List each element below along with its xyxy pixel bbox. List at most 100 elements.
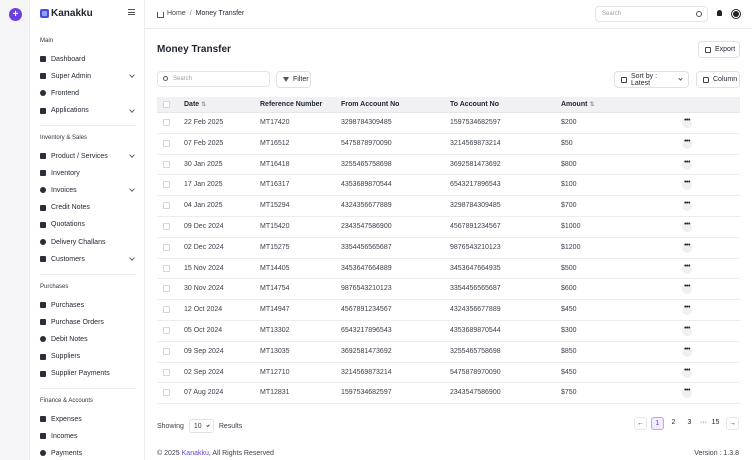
- add-icon[interactable]: +: [9, 8, 22, 21]
- settings-icon[interactable]: [733, 11, 739, 17]
- sidebar-item-quotations[interactable]: Quotations: [40, 219, 136, 231]
- sidebar-item-customers[interactable]: Customers: [40, 253, 136, 265]
- column-header-date[interactable]: Date ⇅: [184, 101, 206, 108]
- more-options-icon[interactable]: •••: [682, 263, 692, 274]
- table-cell: $450: [561, 368, 577, 376]
- table-row[interactable]: 07 Feb 2025 MT16512 5475878970090 321456987…: [157, 134, 740, 155]
- sidebar-item-invoices[interactable]: Invoices: [40, 184, 136, 196]
- row-checkbox[interactable]: [163, 326, 170, 334]
- sidebar-item-frontend[interactable]: Frontend: [40, 87, 136, 99]
- row-checkbox[interactable]: [163, 389, 170, 397]
- logo[interactable]: Kanakku: [40, 8, 93, 19]
- sidebar-item-suppliers[interactable]: Suppliers: [40, 351, 136, 363]
- more-options-icon[interactable]: •••: [682, 117, 692, 128]
- row-checkbox[interactable]: [163, 119, 170, 126]
- sort-dropdown[interactable]: Sort by : Latest: [614, 71, 689, 88]
- sidebar-item-supplier-payments[interactable]: Supplier Payments: [40, 368, 136, 380]
- more-options-icon[interactable]: •••: [682, 138, 692, 149]
- page-size-select[interactable]: 10: [188, 419, 214, 433]
- more-options-icon[interactable]: •••: [682, 283, 692, 295]
- more-options-icon[interactable]: •••: [682, 304, 692, 316]
- table-row[interactable]: 30 Jan 2025 MT16418 3255465758698 369258147…: [157, 155, 740, 176]
- filter-button[interactable]: Filter: [276, 71, 311, 88]
- more-options-icon[interactable]: •••: [682, 325, 692, 336]
- menu-toggle-icon[interactable]: [128, 9, 135, 15]
- page-3-button[interactable]: 3: [683, 417, 696, 430]
- table-cell: MT15420: [260, 222, 290, 230]
- row-checkbox[interactable]: [163, 222, 170, 230]
- page-2-button[interactable]: 2: [667, 417, 680, 430]
- table-row[interactable]: 09 Dec 2024 MT15420 2343547586900 456789123…: [157, 217, 740, 238]
- page-1-button[interactable]: 1: [651, 417, 664, 430]
- table-row[interactable]: 15 Nov 2024 MT14405 3453647664889 345364766…: [157, 259, 740, 280]
- row-checkbox[interactable]: [163, 243, 170, 251]
- row-checkbox[interactable]: [163, 368, 170, 376]
- more-options-icon[interactable]: •••: [682, 387, 692, 399]
- row-checkbox[interactable]: [163, 285, 170, 293]
- more-options-icon[interactable]: •••: [682, 159, 692, 170]
- sidebar-item-product-services[interactable]: Product / Services: [40, 150, 136, 162]
- row-checkbox[interactable]: [163, 139, 170, 147]
- more-options-icon[interactable]: •••: [682, 221, 692, 232]
- table-row[interactable]: 12 Oct 2024 MT14947 4567891234567 432435667…: [157, 300, 740, 321]
- row-checkbox[interactable]: [163, 202, 170, 210]
- page-size-control: Showing 10 Results: [157, 419, 242, 433]
- table-cell: 12 Oct 2024: [184, 306, 223, 314]
- filter-icon: [283, 77, 289, 82]
- sidebar-item-applications[interactable]: Applications: [40, 105, 136, 117]
- table-row[interactable]: 05 Oct 2024 MT13302 6543217896543 435368987…: [157, 321, 740, 342]
- sort-icon: [621, 76, 627, 83]
- breadcrumb: Home / Money Transfer: [157, 10, 245, 18]
- notification-icon[interactable]: [717, 10, 722, 16]
- page-last-button[interactable]: 15: [709, 417, 722, 430]
- table-row[interactable]: 02 Sep 2024 MT12710 3214569873214 547587897…: [157, 363, 740, 384]
- row-checkbox[interactable]: [163, 160, 170, 168]
- more-options-icon[interactable]: •••: [682, 242, 692, 253]
- chevron-down-icon: [129, 255, 135, 262]
- breadcrumb-current: Money Transfer: [195, 10, 245, 17]
- sidebar-item-label: Invoices: [51, 186, 77, 194]
- table-row[interactable]: 09 Sep 2024 MT13035 3692581473692 325546575…: [157, 342, 740, 363]
- row-checkbox[interactable]: [163, 181, 170, 189]
- more-options-icon[interactable]: •••: [682, 200, 692, 212]
- select-all-checkbox[interactable]: [163, 101, 170, 108]
- row-checkbox[interactable]: [163, 306, 170, 314]
- row-checkbox[interactable]: [163, 347, 170, 355]
- sidebar-divider: [40, 388, 136, 389]
- sidebar-item-purchase-orders[interactable]: Purchase Orders: [40, 316, 136, 328]
- sidebar-item-credit-notes[interactable]: Credit Notes: [40, 202, 136, 214]
- prev-page-button[interactable]: ←: [634, 417, 647, 430]
- home-icon[interactable]: [157, 11, 164, 18]
- next-page-button[interactable]: →: [726, 417, 739, 430]
- more-options-icon[interactable]: •••: [682, 179, 692, 191]
- row-checkbox[interactable]: [163, 264, 170, 272]
- table-row[interactable]: 04 Jan 2025 MT15294 4324356677889 329878430…: [157, 196, 740, 217]
- table-row[interactable]: 22 Feb 2025 MT17420 3298784309485 159753468…: [157, 113, 740, 134]
- sidebar-item-inventory[interactable]: Inventory: [40, 167, 136, 179]
- sidebar-item-purchases[interactable]: Purchases: [40, 299, 136, 311]
- table-row[interactable]: 07 Aug 2024 MT12831 1597534682597 234354758…: [157, 383, 740, 405]
- table-row[interactable]: 02 Dec 2024 MT15275 3354456565687 987654321…: [157, 238, 740, 259]
- breadcrumb-home[interactable]: Home: [167, 10, 186, 17]
- table-cell: $500: [561, 264, 577, 272]
- global-search-input[interactable]: Search: [595, 6, 708, 22]
- more-options-icon[interactable]: •••: [682, 346, 692, 357]
- table-cell: 1597534682597: [450, 119, 501, 126]
- sidebar-item-dashboard[interactable]: Dashboard: [40, 53, 136, 65]
- sidebar-item-debit-notes[interactable]: Debit Notes: [40, 333, 136, 345]
- column-header-from-account: From Account No: [341, 101, 400, 108]
- column-button[interactable]: Column: [696, 71, 740, 88]
- sidebar-item-delivery-challans[interactable]: Delivery Challans: [40, 236, 136, 248]
- more-options-icon[interactable]: •••: [682, 367, 692, 378]
- footer-brand-link[interactable]: Kanakku: [182, 450, 209, 457]
- table-search-input[interactable]: Search: [157, 71, 270, 87]
- sidebar-item-super-admin[interactable]: Super Admin: [40, 70, 136, 82]
- table-cell: MT12831: [260, 389, 290, 397]
- sidebar-item-payments[interactable]: Payments: [40, 447, 136, 459]
- sidebar-item-incomes[interactable]: Incomes: [40, 430, 136, 442]
- export-button[interactable]: Export: [698, 41, 740, 58]
- sidebar-item-expenses[interactable]: Expenses: [40, 413, 136, 425]
- column-header-amount[interactable]: Amount ⇅: [561, 101, 594, 108]
- table-row[interactable]: 17 Jan 2025 MT16317 4353689870544 654321789…: [157, 175, 740, 197]
- table-row[interactable]: 30 Nov 2024 MT14754 9876543210123 335445656…: [157, 279, 740, 301]
